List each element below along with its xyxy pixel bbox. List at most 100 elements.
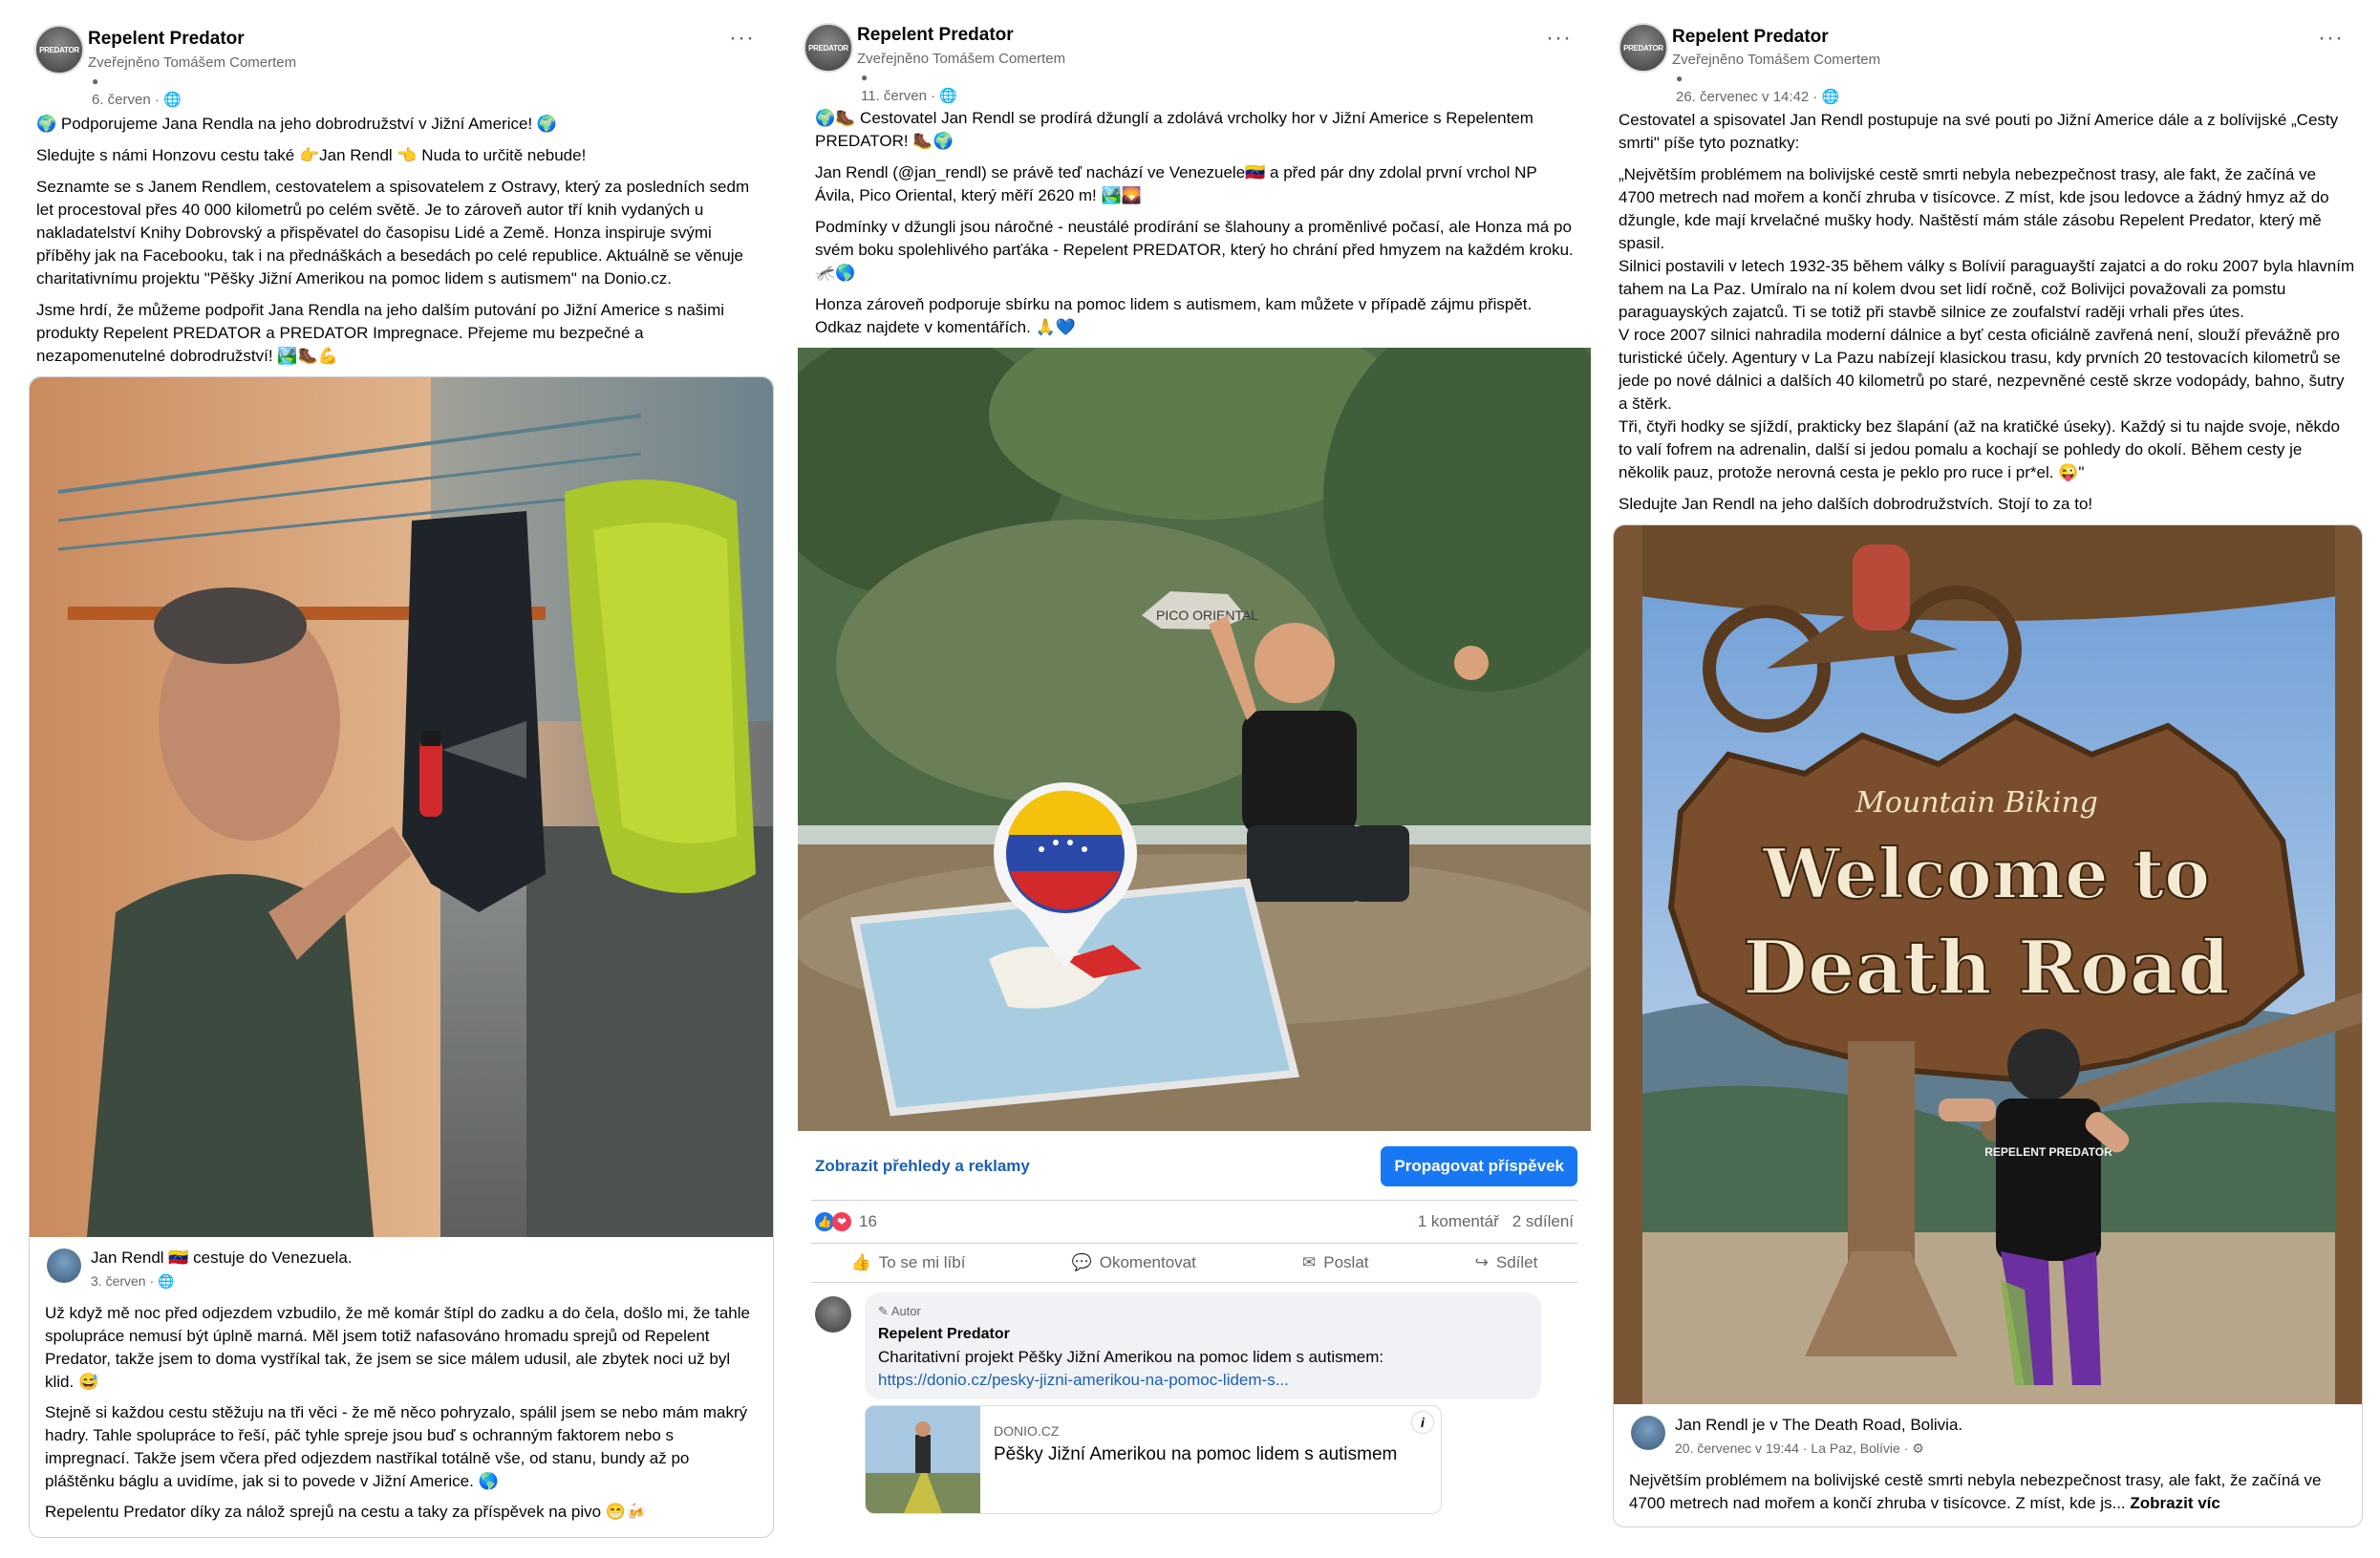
post-text: Cestovatel a spisovatel Jan Rendl postup… bbox=[1613, 109, 2363, 516]
shared-post[interactable]: Mountain Biking Welcome to Death Road RE… bbox=[1613, 524, 2363, 1527]
shared-post-meta: Jan Rendl 🇻🇪 cestuje do Venezuela. 3. če… bbox=[30, 1237, 773, 1537]
page-avatar[interactable]: PREDATOR bbox=[804, 23, 853, 73]
more-options-icon[interactable]: ··· bbox=[1546, 25, 1572, 52]
shared-author-line[interactable]: Jan Rendl je v The Death Road, Bolivia. bbox=[1675, 1414, 2347, 1437]
shares-count[interactable]: 2 sdílení bbox=[1512, 1212, 1574, 1231]
page-avatar[interactable]: PREDATOR bbox=[34, 25, 84, 75]
comment-author[interactable]: Repelent Predator bbox=[878, 1323, 1528, 1346]
summit-photo-with-venezuela-map: PICO ORIENTAL bbox=[798, 348, 1591, 1131]
author-avatar[interactable] bbox=[47, 1249, 81, 1283]
shirt-text: REPELENT PREDATOR bbox=[1984, 1145, 2112, 1159]
sign-small-text: Mountain Biking bbox=[1855, 786, 2098, 820]
post-paragraph: 🌍🥾 Cestovatel Jan Rendl se prodírá džung… bbox=[815, 109, 1533, 150]
page-name[interactable]: Repelent Predator bbox=[1672, 27, 1829, 48]
post-header: PREDATOR Repelent Predator Zveřejněno To… bbox=[798, 0, 1591, 107]
summit-sign-text: PICO ORIENTAL bbox=[1156, 608, 1258, 623]
post-photo[interactable] bbox=[30, 377, 773, 1237]
share-label: Sdílet bbox=[1495, 1253, 1538, 1271]
post-paragraph: Sledujte s námi Honzovu cestu také 👉Jan … bbox=[36, 146, 587, 164]
post-header: PREDATOR Repelent Predator Zveřejněno To… bbox=[29, 0, 774, 113]
post-paragraph: Jan Rendl (@jan_rendl) se právě teď nach… bbox=[815, 163, 1537, 204]
send-label: Poslat bbox=[1323, 1253, 1369, 1271]
avatar-text: PREDATOR bbox=[39, 45, 79, 54]
post-paragraph: Cestovatel a spisovatel Jan Rendl postup… bbox=[1619, 111, 2339, 152]
comment: ✎ Autor Repelent Predator Charitativní p… bbox=[798, 1283, 1591, 1514]
post-paragraph: Honza zároveň podporuje sbírku na pomoc … bbox=[815, 295, 1533, 336]
comment-bubble: ✎ Autor Repelent Predator Charitativní p… bbox=[865, 1292, 1541, 1399]
comment-link[interactable]: https://donio.cz/pesky-jizni-amerikou-na… bbox=[878, 1371, 1289, 1389]
commenter-avatar[interactable] bbox=[815, 1296, 851, 1333]
shared-post-meta: Jan Rendl je v The Death Road, Bolivia. … bbox=[1614, 1404, 2362, 1526]
view-insights-link[interactable]: Zobrazit přehledy a reklamy bbox=[815, 1157, 1030, 1176]
post-date[interactable]: 26. červenec v 14:42 · 🌐 bbox=[1676, 88, 1839, 105]
published-by: Zveřejněno Tomášem Comertem bbox=[1672, 52, 1881, 68]
author-avatar[interactable] bbox=[1631, 1416, 1665, 1450]
thumbs-up-icon: 👍 bbox=[850, 1253, 871, 1271]
page-name[interactable]: Repelent Predator bbox=[88, 29, 245, 50]
sign-welcome-text: Welcome to bbox=[1762, 833, 2210, 914]
share-button[interactable]: ↪ Sdílet bbox=[1475, 1253, 1538, 1272]
post-paragraph: Seznamte se s Janem Rendlem, cestovatele… bbox=[36, 178, 750, 288]
shared-post[interactable]: Jan Rendl 🇻🇪 cestuje do Venezuela. 3. če… bbox=[29, 376, 774, 1538]
page-avatar[interactable]: PREDATOR bbox=[1619, 23, 1668, 73]
post-paragraph: Podmínky v džungli jsou náročné - neustá… bbox=[815, 218, 1574, 282]
shared-author-line[interactable]: Jan Rendl 🇻🇪 cestuje do Venezuela. bbox=[91, 1247, 758, 1270]
shared-paragraph: Repelentu Predator díky za nálož sprejů … bbox=[45, 1503, 647, 1521]
avatar-text: PREDATOR bbox=[808, 43, 848, 53]
post-paragraph: „Největším problémem na bolivijské cestě… bbox=[1619, 165, 2355, 481]
post-paragraph: 🌍 Podporujeme Jana Rendla na jeho dobrod… bbox=[36, 115, 558, 133]
see-more-link[interactable]: Zobrazit víc bbox=[2130, 1494, 2219, 1512]
pin-icon: ● bbox=[92, 75, 99, 88]
shared-paragraph: Už když mě noc před odjezdem vzbudilo, ž… bbox=[45, 1304, 750, 1391]
post-text: 🌍 Podporujeme Jana Rendla na jeho dobrod… bbox=[29, 113, 774, 368]
pin-icon: ● bbox=[1676, 72, 1683, 85]
link-preview-card[interactable]: DONIO.CZ Pěšky Jižní Amerikou na pomoc l… bbox=[865, 1405, 1442, 1514]
like-button[interactable]: 👍 To se mi líbí bbox=[851, 1253, 966, 1272]
sign-death-road-text: Death Road bbox=[1743, 925, 2230, 1012]
comment-label: Okomentovat bbox=[1099, 1253, 1196, 1271]
comments-count[interactable]: 1 komentář bbox=[1418, 1212, 1499, 1231]
post-photo[interactable]: Mountain Biking Welcome to Death Road RE… bbox=[1614, 525, 2362, 1404]
link-preview-thumbnail bbox=[866, 1406, 980, 1513]
pin-icon: ● bbox=[861, 71, 868, 84]
comment-bubble-icon: 💬 bbox=[1071, 1253, 1092, 1271]
shared-date[interactable]: 3. červen · 🌐 bbox=[91, 1270, 758, 1292]
promote-post-button[interactable]: Propagovat příspěvek bbox=[1381, 1146, 1577, 1186]
post-2: PREDATOR Repelent Predator Zveřejněno To… bbox=[798, 0, 1591, 1514]
post-stats: 👍 ❤ 16 1 komentář 2 sdílení bbox=[798, 1201, 1591, 1243]
comment-button[interactable]: 💬 Okomentovat bbox=[1072, 1253, 1196, 1272]
post-text: 🌍🥾 Cestovatel Jan Rendl se prodírá džung… bbox=[798, 107, 1591, 339]
post-photo[interactable]: PICO ORIENTAL bbox=[798, 348, 1591, 1131]
more-options-icon[interactable]: ··· bbox=[2318, 25, 2344, 52]
comment-text: Charitativní projekt Pěšky Jižní Ameriko… bbox=[878, 1348, 1384, 1366]
pencil-icon: ✎ bbox=[878, 1304, 889, 1318]
share-arrow-icon: ↪ bbox=[1474, 1253, 1489, 1271]
author-badge-label: Autor bbox=[890, 1304, 921, 1318]
post-actions: 👍 To se mi líbí 💬 Okomentovat ✉ Poslat ↪ Sdí… bbox=[798, 1244, 1591, 1282]
info-icon[interactable]: i bbox=[1412, 1412, 1433, 1433]
messenger-icon: ✉ bbox=[1302, 1253, 1317, 1271]
post-header: PREDATOR Repelent Predator Zveřejněno To… bbox=[1613, 0, 2363, 109]
author-badge: ✎ Autor bbox=[878, 1300, 1528, 1323]
reactions-count[interactable]: 16 bbox=[859, 1212, 877, 1231]
shared-paragraph: Stejně si každou cestu stěžuju na tři vě… bbox=[45, 1403, 748, 1490]
published-by: Zveřejněno Tomášem Comertem bbox=[88, 54, 297, 71]
published-by: Zveřejněno Tomášem Comertem bbox=[857, 51, 1066, 67]
like-label: To se mi líbí bbox=[878, 1253, 966, 1271]
post-paragraph: Jsme hrdí, že můžeme podpořit Jana Rendl… bbox=[36, 301, 725, 365]
post-date[interactable]: 11. červen · 🌐 bbox=[861, 87, 957, 104]
avatar-text: PREDATOR bbox=[1623, 43, 1663, 53]
shared-date[interactable]: 20. červenec v 19:44 · La Paz, Bolívie ·… bbox=[1675, 1437, 2347, 1460]
post-date[interactable]: 6. červen · 🌐 bbox=[92, 91, 182, 108]
more-options-icon[interactable]: ··· bbox=[729, 25, 755, 52]
send-button[interactable]: ✉ Poslat bbox=[1302, 1253, 1369, 1272]
post-paragraph: Sledujte Jan Rendl na jeho dalších dobro… bbox=[1619, 495, 2093, 513]
love-reaction-icon[interactable]: ❤ bbox=[832, 1212, 851, 1231]
man-spraying-repellent-photo bbox=[30, 377, 773, 1237]
like-reaction-icon[interactable]: 👍 bbox=[815, 1212, 834, 1231]
link-preview-title: Pěšky Jižní Amerikou na pomoc lidem s au… bbox=[994, 1444, 1398, 1464]
death-road-sign-photo: Mountain Biking Welcome to Death Road RE… bbox=[1614, 525, 2362, 1404]
page-name[interactable]: Repelent Predator bbox=[857, 25, 1014, 46]
post-1: PREDATOR Repelent Predator Zveřejněno To… bbox=[29, 0, 774, 1538]
shared-paragraph: Největším problémem na bolivijské cestě … bbox=[1629, 1469, 2347, 1515]
